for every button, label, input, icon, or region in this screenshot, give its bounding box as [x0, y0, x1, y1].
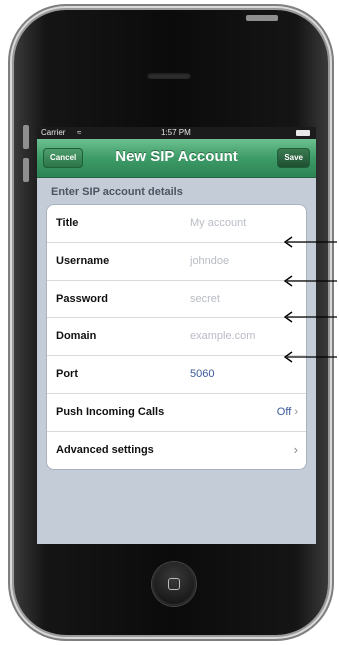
- phone-screen: Carrier ≈ 1:57 PM Cancel New SIP Account…: [37, 127, 316, 544]
- push-incoming-calls-value: Off ›: [277, 406, 298, 418]
- row-password[interactable]: Password secret: [47, 281, 306, 319]
- power-button: [246, 15, 278, 21]
- domain-field[interactable]: example.com: [190, 330, 255, 342]
- advanced-settings-label: Advanced settings: [56, 443, 154, 456]
- arrow-icon: [283, 236, 337, 248]
- password-label: Password: [56, 292, 108, 305]
- status-bar: Carrier ≈ 1:57 PM: [37, 127, 316, 139]
- row-port[interactable]: Port 5060: [47, 356, 306, 394]
- navigation-bar: Cancel New SIP Account Save: [37, 139, 316, 178]
- arrow-icon: [283, 275, 337, 287]
- home-square-icon: [168, 578, 180, 590]
- row-advanced-settings[interactable]: Advanced settings ›: [47, 432, 306, 469]
- wifi-icon: ≈: [77, 128, 82, 137]
- page-title: New SIP Account: [115, 148, 238, 165]
- domain-label: Domain: [56, 330, 97, 343]
- port-label: Port: [56, 368, 78, 381]
- carrier-label: Carrier: [41, 128, 66, 137]
- account-settings-table: Title My account Username johndoe Passwo…: [46, 204, 307, 470]
- battery-icon: [296, 130, 310, 136]
- row-title[interactable]: Title My account: [47, 205, 306, 243]
- chevron-right-icon: ›: [293, 441, 298, 457]
- status-time: 1:57 PM: [161, 128, 191, 137]
- volume-up-button: [23, 125, 29, 149]
- push-value-text: Off: [276, 405, 292, 418]
- chevron-right-icon: ›: [294, 405, 298, 418]
- arrow-icon: [283, 351, 337, 363]
- username-label: Username: [56, 254, 110, 267]
- port-field[interactable]: 5060: [190, 368, 214, 380]
- title-label: Title: [56, 217, 79, 229]
- title-field[interactable]: My account: [190, 217, 246, 229]
- volume-down-button: [23, 158, 29, 182]
- row-domain[interactable]: Domain example.com: [47, 318, 306, 357]
- save-button[interactable]: Save: [277, 148, 310, 168]
- arrow-icon: [283, 311, 337, 323]
- username-field[interactable]: johndoe: [190, 255, 229, 267]
- row-push-incoming-calls[interactable]: Push Incoming Calls Off ›: [47, 394, 306, 432]
- row-username[interactable]: Username johndoe: [47, 243, 306, 281]
- section-header: Enter SIP account details: [51, 186, 183, 198]
- earpiece-speaker: [147, 72, 191, 79]
- password-field[interactable]: secret: [190, 293, 220, 305]
- push-incoming-calls-label: Push Incoming Calls: [56, 405, 165, 418]
- home-button[interactable]: [152, 562, 196, 606]
